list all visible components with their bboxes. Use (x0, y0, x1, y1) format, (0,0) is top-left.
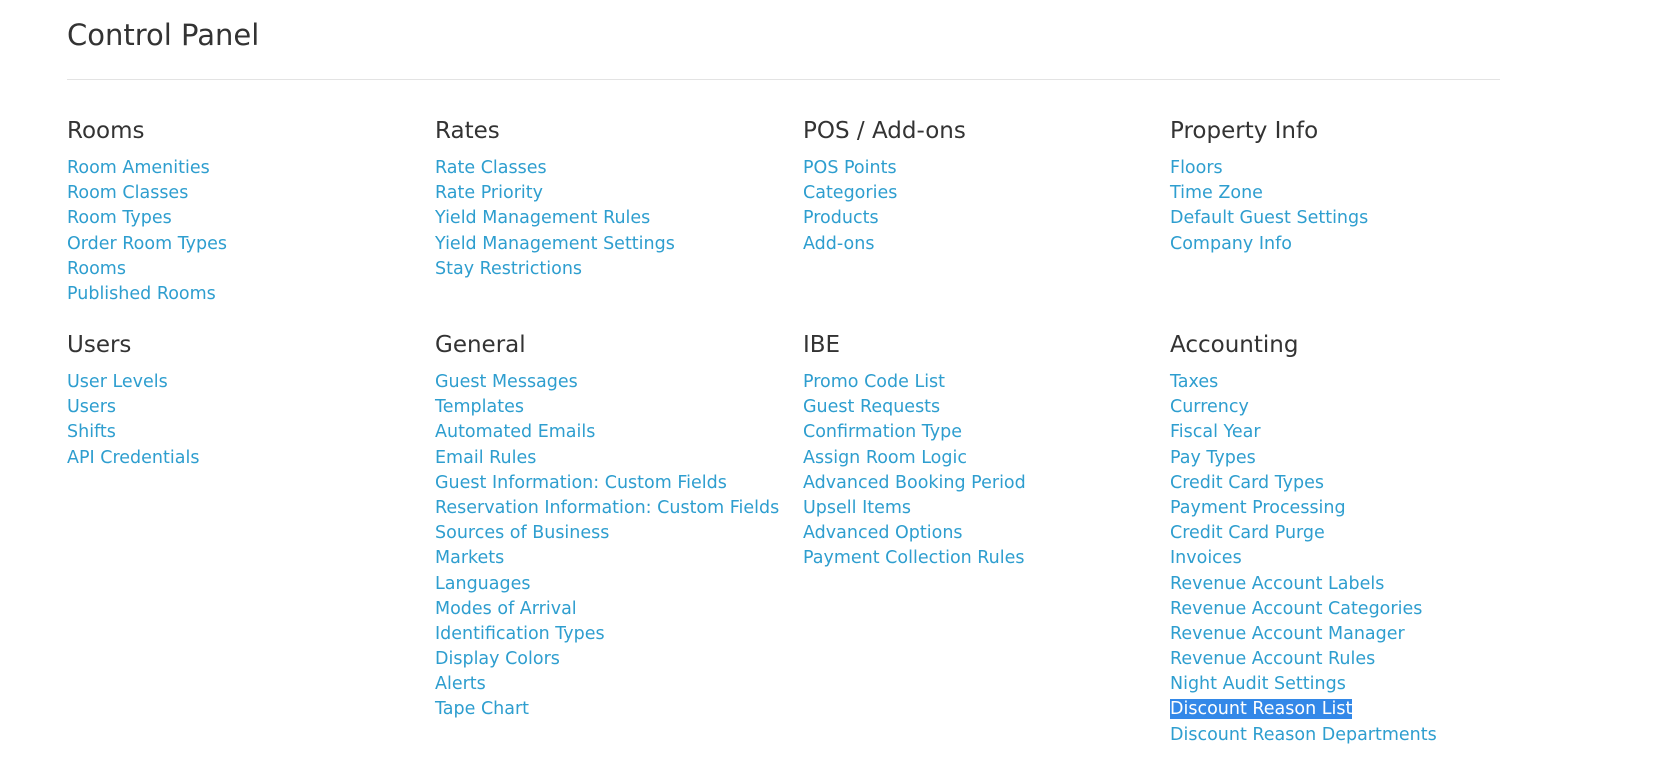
link-list-rates: Rate Classes Rate Priority Yield Managem… (435, 155, 795, 281)
link-assign-room-logic[interactable]: Assign Room Logic (803, 448, 967, 468)
link-currency[interactable]: Currency (1170, 397, 1249, 417)
section-rates: Rates Rate Classes Rate Priority Yield M… (435, 117, 795, 281)
link-rate-classes[interactable]: Rate Classes (435, 158, 547, 178)
link-categories[interactable]: Categories (803, 183, 897, 203)
link-shifts[interactable]: Shifts (67, 422, 116, 442)
link-email-rules[interactable]: Email Rules (435, 448, 536, 468)
title-divider (67, 79, 1500, 80)
link-templates[interactable]: Templates (435, 397, 524, 417)
link-discount-reason-list[interactable]: Discount Reason List (1170, 699, 1353, 720)
link-payment-processing[interactable]: Payment Processing (1170, 498, 1346, 518)
link-order-room-types[interactable]: Order Room Types (67, 234, 227, 254)
section-general: General Guest Messages Templates Automat… (435, 331, 795, 722)
link-yield-management-rules[interactable]: Yield Management Rules (435, 208, 650, 228)
link-modes-of-arrival[interactable]: Modes of Arrival (435, 599, 577, 619)
link-credit-card-types[interactable]: Credit Card Types (1170, 473, 1324, 493)
link-payment-collection-rules[interactable]: Payment Collection Rules (803, 548, 1025, 568)
link-advanced-options[interactable]: Advanced Options (803, 523, 963, 543)
page-title: Control Panel (67, 18, 260, 52)
link-rooms[interactable]: Rooms (67, 259, 126, 279)
link-guest-requests[interactable]: Guest Requests (803, 397, 940, 417)
link-list-ibe: Promo Code List Guest Requests Confirmat… (803, 369, 1163, 571)
link-confirmation-type[interactable]: Confirmation Type (803, 422, 962, 442)
link-rate-priority[interactable]: Rate Priority (435, 183, 543, 203)
section-users: Users User Levels Users Shifts API Crede… (67, 331, 427, 470)
link-list-rooms: Room Amenities Room Classes Room Types O… (67, 155, 427, 306)
link-time-zone[interactable]: Time Zone (1170, 183, 1263, 203)
link-user-levels[interactable]: User Levels (67, 372, 168, 392)
link-default-guest-settings[interactable]: Default Guest Settings (1170, 208, 1368, 228)
link-published-rooms[interactable]: Published Rooms (67, 284, 216, 304)
section-rooms: Rooms Room Amenities Room Classes Room T… (67, 117, 427, 306)
section-pos-addons: POS / Add-ons POS Points Categories Prod… (803, 117, 1163, 256)
section-ibe: IBE Promo Code List Guest Requests Confi… (803, 331, 1163, 571)
link-list-users: User Levels Users Shifts API Credentials (67, 369, 427, 470)
link-users[interactable]: Users (67, 397, 116, 417)
link-fiscal-year[interactable]: Fiscal Year (1170, 422, 1261, 442)
link-invoices[interactable]: Invoices (1170, 548, 1242, 568)
link-automated-emails[interactable]: Automated Emails (435, 422, 595, 442)
link-upsell-items[interactable]: Upsell Items (803, 498, 911, 518)
link-pay-types[interactable]: Pay Types (1170, 448, 1256, 468)
link-products[interactable]: Products (803, 208, 879, 228)
section-heading-users: Users (67, 332, 132, 358)
link-discount-reason-departments[interactable]: Discount Reason Departments (1170, 725, 1437, 745)
link-list-general: Guest Messages Templates Automated Email… (435, 369, 795, 722)
link-api-credentials[interactable]: API Credentials (67, 448, 199, 468)
section-heading-pos-addons: POS / Add-ons (803, 118, 966, 144)
link-languages[interactable]: Languages (435, 574, 530, 594)
link-alerts[interactable]: Alerts (435, 674, 486, 694)
link-room-amenities[interactable]: Room Amenities (67, 158, 210, 178)
link-pos-points[interactable]: POS Points (803, 158, 897, 178)
link-guest-messages[interactable]: Guest Messages (435, 372, 578, 392)
link-night-audit-settings[interactable]: Night Audit Settings (1170, 674, 1346, 694)
section-heading-ibe: IBE (803, 332, 841, 358)
link-list-property-info: Floors Time Zone Default Guest Settings … (1170, 155, 1530, 256)
link-floors[interactable]: Floors (1170, 158, 1223, 178)
link-room-classes[interactable]: Room Classes (67, 183, 188, 203)
link-display-colors[interactable]: Display Colors (435, 649, 560, 669)
link-yield-management-settings[interactable]: Yield Management Settings (435, 234, 675, 254)
section-property-info: Property Info Floors Time Zone Default G… (1170, 117, 1530, 256)
link-promo-code-list[interactable]: Promo Code List (803, 372, 945, 392)
link-tape-chart[interactable]: Tape Chart (435, 699, 529, 719)
section-accounting: Accounting Taxes Currency Fiscal Year Pa… (1170, 331, 1530, 747)
link-credit-card-purge[interactable]: Credit Card Purge (1170, 523, 1325, 543)
link-revenue-account-manager[interactable]: Revenue Account Manager (1170, 624, 1405, 644)
section-heading-property-info: Property Info (1170, 118, 1319, 144)
link-add-ons[interactable]: Add-ons (803, 234, 874, 254)
link-company-info[interactable]: Company Info (1170, 234, 1292, 254)
link-list-pos-addons: POS Points Categories Products Add-ons (803, 155, 1163, 256)
link-stay-restrictions[interactable]: Stay Restrictions (435, 259, 582, 279)
link-list-accounting: Taxes Currency Fiscal Year Pay Types Cre… (1170, 369, 1530, 747)
link-room-types[interactable]: Room Types (67, 208, 172, 228)
link-markets[interactable]: Markets (435, 548, 504, 568)
link-sources-of-business[interactable]: Sources of Business (435, 523, 609, 543)
link-taxes[interactable]: Taxes (1170, 372, 1218, 392)
link-advanced-booking-period[interactable]: Advanced Booking Period (803, 473, 1026, 493)
link-guest-information-custom-fields[interactable]: Guest Information: Custom Fields (435, 473, 727, 493)
section-heading-rooms: Rooms (67, 118, 145, 144)
link-revenue-account-categories[interactable]: Revenue Account Categories (1170, 599, 1422, 619)
link-revenue-account-labels[interactable]: Revenue Account Labels (1170, 574, 1384, 594)
link-identification-types[interactable]: Identification Types (435, 624, 605, 644)
section-heading-accounting: Accounting (1170, 332, 1299, 358)
link-revenue-account-rules[interactable]: Revenue Account Rules (1170, 649, 1375, 669)
section-heading-rates: Rates (435, 118, 500, 144)
link-reservation-information-custom-fields[interactable]: Reservation Information: Custom Fields (435, 498, 779, 518)
section-heading-general: General (435, 332, 526, 358)
